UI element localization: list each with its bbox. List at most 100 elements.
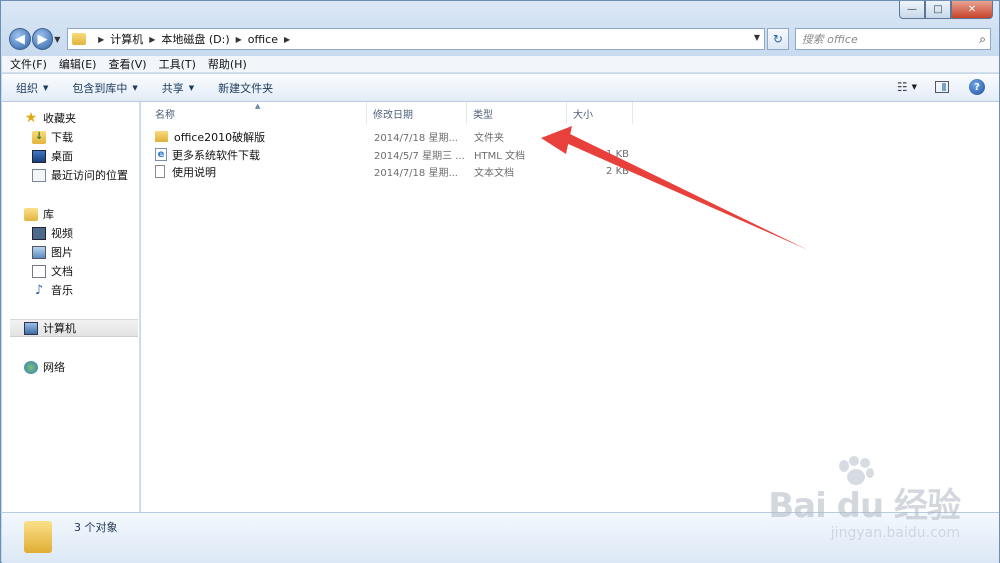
back-button[interactable]: ◀ <box>9 28 31 50</box>
nav-label: 下载 <box>51 131 73 144</box>
forward-button[interactable]: ▶ <box>31 28 54 50</box>
search-box[interactable]: ⌕ <box>794 28 992 50</box>
text-file-icon <box>155 165 165 178</box>
maximize-button[interactable]: □ <box>925 1 951 19</box>
nav-computer[interactable]: 计算机 <box>10 319 138 337</box>
html-file-icon: e <box>155 148 167 161</box>
nav-label: 桌面 <box>51 150 73 163</box>
file-name: 更多系统软件下载 <box>172 148 260 162</box>
organize-button[interactable]: 组织 ▼ <box>16 80 48 96</box>
nav-label: 库 <box>43 208 54 221</box>
video-icon <box>32 226 46 240</box>
share-button[interactable]: 共享 ▼ <box>162 80 194 96</box>
address-row: ◀ ▶ ▼ ▶ 计算机 ▶ 本地磁盘 (D:) ▶ office ▶ ▼ ↻ ⌕ <box>9 26 992 52</box>
music-icon: ♪ <box>34 282 44 298</box>
nav-label: 视频 <box>51 227 73 240</box>
close-button[interactable]: ✕ <box>951 1 993 19</box>
new-folder-label: 新建文件夹 <box>218 81 274 95</box>
nav-label: 收藏夹 <box>43 112 76 125</box>
new-folder-button[interactable]: 新建文件夹 <box>218 80 273 96</box>
include-library-label: 包含到库中 <box>72 81 128 95</box>
file-date: 2014/7/18 星期... <box>374 168 458 179</box>
paw-logo-icon <box>839 456 875 485</box>
file-type: 文件夹 <box>474 133 504 144</box>
file-name: office2010破解版 <box>174 130 266 144</box>
breadcrumb-local-disk[interactable]: 本地磁盘 (D:) <box>161 31 229 47</box>
chevron-right-icon[interactable]: ▶ <box>284 35 290 44</box>
column-headers: ▲ 名称 修改日期 类型 大小 <box>141 102 999 124</box>
file-name-cell: office2010破解版 <box>155 128 365 145</box>
menu-view[interactable]: 查看(V) <box>108 56 146 72</box>
chevron-right-icon[interactable]: ▶ <box>98 35 104 44</box>
documents-icon <box>32 264 46 278</box>
baidu-watermark: Bai du 经验 jingyan.baidu.com <box>768 456 961 541</box>
file-type: HTML 文档 <box>474 151 526 162</box>
column-header-size[interactable]: 大小 <box>567 102 633 124</box>
column-header-type[interactable]: 类型 <box>467 102 567 124</box>
refresh-button[interactable]: ↻ <box>767 28 789 50</box>
downloads-icon <box>32 130 46 144</box>
nav-label: 图片 <box>51 246 73 259</box>
breadcrumb-computer[interactable]: 计算机 <box>110 31 143 47</box>
star-icon: ★ <box>24 109 38 126</box>
caption-buttons: — □ ✕ <box>899 1 993 19</box>
item-count: 3 个对象 <box>74 521 118 534</box>
view-options-icon[interactable]: ☷ <box>897 80 908 94</box>
column-header-date[interactable]: 修改日期 <box>367 102 467 124</box>
folder-icon <box>24 521 52 553</box>
nav-label: 最近访问的位置 <box>51 169 128 182</box>
library-icon <box>24 207 38 221</box>
file-name-cell: e 更多系统软件下载 <box>155 146 365 163</box>
share-label: 共享 <box>161 81 184 95</box>
include-library-button[interactable]: 包含到库中 ▼ <box>72 80 137 96</box>
address-dropdown-icon[interactable]: ▼ <box>754 33 760 42</box>
computer-icon <box>24 321 38 335</box>
breadcrumb-office[interactable]: office <box>248 33 278 46</box>
file-row[interactable]: office2010破解版 2014/7/18 星期... 文件夹 <box>155 128 645 145</box>
chevron-down-icon: ▼ <box>132 83 138 92</box>
nav-label: 网络 <box>43 361 65 374</box>
minimize-button[interactable]: — <box>899 1 925 19</box>
folder-icon <box>155 131 168 142</box>
menu-edit[interactable]: 编辑(E) <box>59 56 97 72</box>
column-header-name[interactable]: 名称 <box>149 102 367 124</box>
file-date: 2014/7/18 星期... <box>374 133 458 144</box>
view-controls: ☷ ▼ ? <box>897 79 985 95</box>
search-icon[interactable]: ⌕ <box>979 32 986 47</box>
preview-pane-icon[interactable] <box>935 81 949 93</box>
chevron-down-icon: ▼ <box>43 83 49 92</box>
chevron-right-icon[interactable]: ▶ <box>149 35 155 44</box>
file-size: 1 KB <box>606 149 629 160</box>
menu-file[interactable]: 文件(F) <box>10 56 47 72</box>
file-type: 文本文档 <box>474 168 514 179</box>
file-row[interactable]: 使用说明 2014/7/18 星期... 文本文档 2 KB <box>155 163 645 180</box>
menu-tools[interactable]: 工具(T) <box>159 56 196 72</box>
nav-label: 文档 <box>51 265 73 278</box>
menu-help[interactable]: 帮助(H) <box>208 56 247 72</box>
organize-label: 组织 <box>16 81 38 95</box>
file-date: 2014/5/7 星期三 ... <box>374 151 465 162</box>
pictures-icon <box>32 245 46 259</box>
chevron-down-icon: ▼ <box>188 83 195 92</box>
search-input[interactable] <box>801 32 972 46</box>
history-dropdown-icon[interactable]: ▼ <box>54 35 64 44</box>
desktop-icon <box>32 149 46 163</box>
file-list: ▲ 名称 修改日期 类型 大小 office2010破解版 2014/7/18 … <box>141 102 999 512</box>
nav-label: 计算机 <box>43 322 76 335</box>
navigation-pane: ★ 收藏夹 下载 桌面 最近访问的位置 库 视频 图片 文档 ♪ 音乐 计算机 网络 <box>2 102 140 512</box>
nav-label: 音乐 <box>51 284 73 297</box>
file-name: 使用说明 <box>172 165 216 179</box>
file-size <box>574 128 629 145</box>
chevron-right-icon[interactable]: ▶ <box>236 35 242 44</box>
file-row[interactable]: e 更多系统软件下载 2014/5/7 星期三 ... HTML 文档 1 KB <box>155 146 645 163</box>
view-dropdown-icon[interactable]: ▼ <box>912 83 917 91</box>
command-bar: 组织 ▼ 包含到库中 ▼ 共享 ▼ 新建文件夹 ☷ ▼ ? <box>2 74 999 102</box>
menu-bar: 文件(F) 编辑(E) 查看(V) 工具(T) 帮助(H) <box>2 56 999 73</box>
network-icon <box>24 360 38 374</box>
folder-icon <box>72 33 87 45</box>
address-bar[interactable]: ▶ 计算机 ▶ 本地磁盘 (D:) ▶ office ▶ ▼ <box>67 28 766 50</box>
file-name-cell: 使用说明 <box>155 163 365 180</box>
recent-places-icon <box>32 168 46 182</box>
file-size: 2 KB <box>606 166 629 177</box>
help-icon[interactable]: ? <box>969 79 985 95</box>
